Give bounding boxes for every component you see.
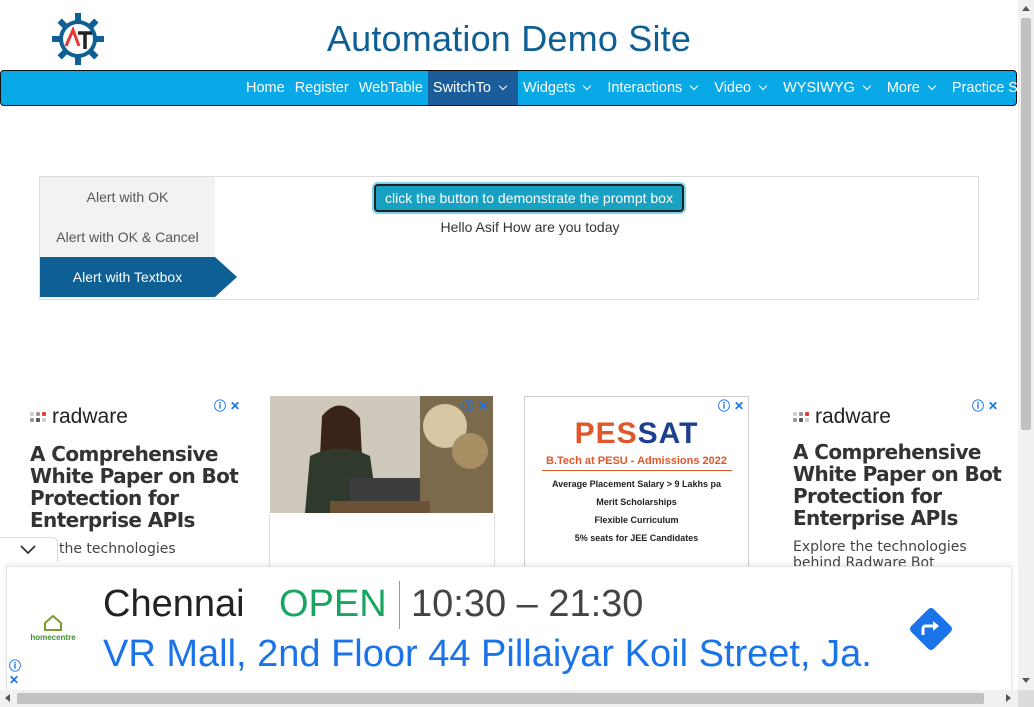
ad-close-icon[interactable]: ✕ [988, 399, 998, 413]
house-icon [44, 614, 62, 631]
prompt-result-text: Hello Asif How are you today [440, 219, 620, 235]
chevron-down-icon [583, 81, 592, 91]
radware-headline: A Comprehensive White Paper on Bot Prote… [793, 440, 1002, 530]
nav-item-home[interactable]: Home [241, 71, 290, 105]
scroll-down-icon[interactable] [1022, 678, 1030, 683]
radware-dots-icon [793, 412, 809, 422]
vertical-scrollbar[interactable] [1018, 0, 1034, 690]
page: Automation Demo Site Home Register WebTabl… [0, 0, 1018, 690]
ad-close-icon[interactable]: ✕ [9, 673, 19, 687]
tab-alert-with-ok-cancel[interactable]: Alert with OK & Cancel [40, 217, 215, 257]
nav-item-label: WebTable [358, 80, 423, 96]
pessat-ad[interactable]: PESSAT B.Tech at PESU - Admissions 2022 … [524, 396, 749, 570]
chevron-down-icon [690, 81, 699, 91]
store-status: OPEN [279, 583, 387, 625]
pessat-title: PESSAT [574, 417, 699, 450]
radware-subtext: lore the technologies [28, 541, 176, 557]
chevron-down-icon [758, 81, 768, 91]
chevron-down-icon [927, 81, 937, 91]
horizontal-scrollbar[interactable] [0, 690, 1018, 707]
vertical-scroll-thumb[interactable] [1021, 18, 1031, 430]
nav-item-label: Video [714, 80, 752, 96]
scroll-right-icon[interactable] [1006, 694, 1011, 702]
adchoices-icon[interactable]: ⓘ ✕ [214, 397, 240, 414]
nav-item-wysiwyg[interactable]: WYSIWYG [778, 71, 882, 105]
adchoices-icon[interactable]: ⓘ ✕ [462, 397, 488, 414]
store-city: Chennai [103, 583, 245, 625]
tab-alert-with-textbox[interactable]: Alert with Textbox [40, 257, 237, 297]
scroll-left-icon[interactable] [5, 694, 10, 702]
radware-headline: A Comprehensive White Paper on Bot Prote… [30, 442, 239, 532]
adchoices-icon[interactable]: ⓘ ✕ [718, 397, 744, 414]
nav-item-label: Widgets [522, 80, 576, 96]
pessat-line: Flexible Curriculum [594, 515, 679, 525]
store-address: VR Mall, 2nd Floor 44 Pillaiyar Koil Str… [103, 633, 872, 675]
ad-row: radware A Comprehensive White Paper on B… [0, 393, 1018, 571]
radware-ad-right[interactable]: radware A Comprehensive White Paper on B… [793, 405, 1008, 571]
radware-subtext: Explore the technologies [793, 539, 967, 555]
ad-close-icon[interactable]: ✕ [230, 399, 240, 413]
radware-brand-text: radware [52, 405, 128, 428]
store-hours: 10:30 – 21:30 [411, 583, 644, 625]
collapse-ad-button[interactable] [0, 537, 58, 562]
adchoices-icon[interactable]: ⓘ [9, 657, 21, 674]
radware-ad-left[interactable]: radware A Comprehensive White Paper on B… [28, 405, 250, 557]
radware-brand-text: radware [815, 405, 891, 428]
nav-item-label: Practice Site [951, 80, 1018, 96]
page-title: Automation Demo Site [326, 18, 692, 59]
chevron-down-icon [862, 81, 872, 91]
nav-item-interactions[interactable]: Interactions [602, 71, 709, 105]
woman-laptop-image [270, 396, 493, 513]
main-navbar: Home Register WebTable SwitchTo Widgets Inter… [0, 70, 1018, 106]
directions-icon [910, 608, 952, 650]
nav-item-switchto[interactable]: SwitchTo [427, 71, 518, 105]
nav-item-label: Home [246, 80, 285, 96]
nav-item-label: WYSIWYG [783, 80, 855, 96]
nav-item-label: Interactions [607, 80, 683, 96]
pessat-subtitle: B.Tech at PESU - Admissions 2022 [541, 455, 732, 471]
chevron-down-icon [20, 545, 36, 555]
pessat-line: Average Placement Salary > 9 Lakhs pa [551, 479, 721, 489]
ad-photo-caption-area [269, 513, 495, 569]
homecentre-brand-text: homecentre [30, 633, 76, 642]
alert-demo-panel: Alert with OK Alert with OK & Cancel Ale… [39, 176, 979, 300]
radware-dots-icon [30, 412, 46, 422]
adchoices-icon[interactable]: ⓘ ✕ [972, 397, 998, 414]
nav-item-label: More [886, 80, 920, 96]
nav-item-label: SwitchTo [432, 80, 491, 96]
chevron-down-icon [498, 81, 508, 91]
alert-tabs: Alert with OK Alert with OK & Cancel Ale… [40, 177, 237, 299]
nav-item-more[interactable]: More [882, 71, 947, 105]
nav-item-widgets[interactable]: Widgets [518, 71, 602, 105]
horizontal-scroll-thumb[interactable] [17, 693, 984, 704]
homecentre-logo: homecentre [21, 614, 85, 642]
nav-item-label: Register [294, 80, 349, 96]
pessat-line: Merit Scholarships [596, 497, 677, 507]
ad-close-icon[interactable]: ✕ [734, 399, 744, 413]
prompt-box-button[interactable]: click the button to demonstrate the prom… [374, 184, 684, 212]
directions-button[interactable] [907, 605, 955, 653]
nav-item-register[interactable]: Register [290, 71, 354, 105]
nav-menu: Home Register WebTable SwitchTo Widgets Inter… [241, 71, 1018, 105]
nav-item-practice-site[interactable]: Practice Site [947, 71, 1018, 105]
banner-divider [399, 581, 400, 629]
scroll-up-icon[interactable] [1022, 6, 1030, 11]
nav-item-webtable[interactable]: WebTable [354, 71, 428, 105]
scrollbar-corner [1018, 690, 1034, 707]
ad-photo[interactable] [270, 396, 493, 513]
ad-close-icon[interactable]: ✕ [478, 399, 488, 413]
pessat-line: 5% seats for JEE Candidates [574, 533, 699, 543]
tab-alert-with-ok[interactable]: Alert with OK [40, 177, 215, 217]
store-ad-banner[interactable]: homecentre Chennai OPEN 10:30 – 21:30 VR… [6, 566, 1012, 690]
nav-item-video[interactable]: Video [709, 71, 778, 105]
